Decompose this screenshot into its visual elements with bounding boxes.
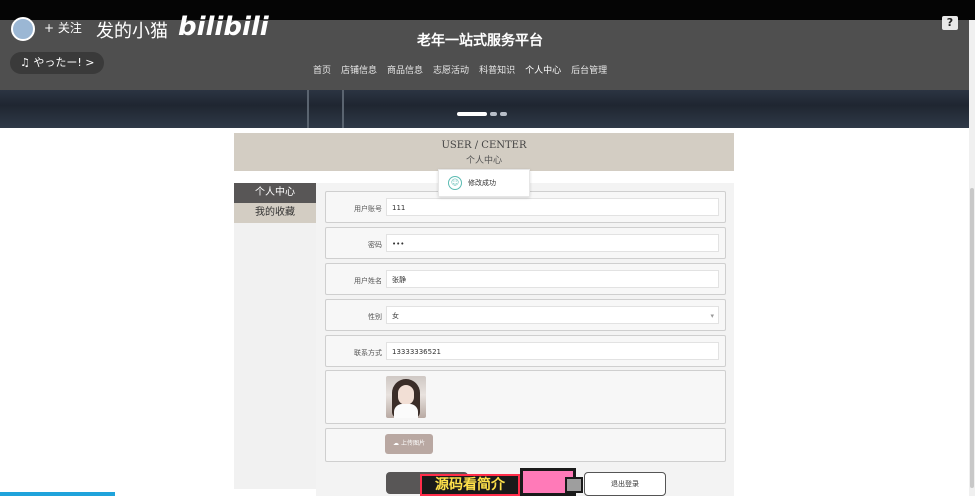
user-center-cn-title: 个人中心 xyxy=(465,156,502,166)
cloud-upload-icon: ☁ xyxy=(393,440,400,447)
nav-science[interactable]: 科普知识 xyxy=(474,64,520,90)
banner-carousel xyxy=(0,90,975,128)
password-label: 密码 xyxy=(368,241,382,249)
carousel-dot[interactable] xyxy=(490,112,497,116)
nav-volunteer[interactable]: 志愿活动 xyxy=(428,64,474,90)
account-input[interactable]: 111 xyxy=(386,198,719,216)
banner-divider xyxy=(307,90,309,128)
gender-label: 性别 xyxy=(368,313,382,321)
phone-input[interactable]: 13333336521 xyxy=(386,342,719,360)
nav-admin[interactable]: 后台管理 xyxy=(566,64,612,90)
user-center-en-title: USER / CENTER xyxy=(441,140,527,151)
nav-shop-info[interactable]: 店铺信息 xyxy=(336,64,382,90)
nav-personal-center[interactable]: 个人中心 xyxy=(520,64,567,92)
scrollbar-thumb[interactable] xyxy=(970,188,974,488)
sidebar: 个人中心 我的收藏 xyxy=(234,183,316,489)
avatar-preview xyxy=(386,376,426,418)
carousel-indicators xyxy=(457,112,507,116)
chevron-down-icon: ▾ xyxy=(710,312,714,320)
form-row-gender: 性别 女 ▾ xyxy=(325,299,726,331)
account-label: 用户账号 xyxy=(354,205,382,213)
toast-message: 修改成功 xyxy=(468,179,496,187)
smile-icon: ☺ xyxy=(448,176,462,190)
promo-banner: 源码看简介 xyxy=(420,474,520,496)
nav-product-info[interactable]: 商品信息 xyxy=(382,64,428,90)
sidebar-item-favorites[interactable]: 我的收藏 xyxy=(234,203,316,223)
uploader-name: 发的小猫 xyxy=(96,21,168,42)
upload-button-label: 上传图片 xyxy=(400,440,425,447)
form-row-name: 用户姓名 张静 xyxy=(325,263,726,295)
nyan-cat-sticker xyxy=(520,468,583,496)
upload-image-button[interactable]: ☁ 上传图片 xyxy=(385,434,433,454)
form-row-phone: 联系方式 13333336521 xyxy=(325,335,726,367)
carousel-dot[interactable] xyxy=(457,112,487,116)
gender-select[interactable]: 女 ▾ xyxy=(386,306,719,324)
name-input[interactable]: 张静 xyxy=(386,270,719,288)
name-label: 用户姓名 xyxy=(354,277,382,285)
help-icon[interactable]: ? xyxy=(942,16,958,30)
phone-label: 联系方式 xyxy=(354,349,382,357)
password-input[interactable]: ••• xyxy=(386,234,719,252)
gender-value: 女 xyxy=(392,312,399,320)
form-row-password: 密码 ••• xyxy=(325,227,726,259)
bilibili-logo: bilibili xyxy=(178,12,269,42)
banner-divider xyxy=(342,90,344,128)
music-tag[interactable]: ♫ やったー! > xyxy=(10,52,105,74)
success-toast: ☺ 修改成功 xyxy=(438,169,530,197)
sidebar-item-personal-center[interactable]: 个人中心 xyxy=(234,183,316,203)
logout-button[interactable]: 退出登录 xyxy=(584,472,666,496)
user-center-header: USER / CENTER 个人中心 xyxy=(234,133,734,171)
uploader-avatar[interactable] xyxy=(11,17,35,41)
nav-home[interactable]: 首页 xyxy=(308,64,336,90)
main-nav: 首页 店铺信息 商品信息 志愿活动 科普知识 个人中心 后台管理 xyxy=(308,64,612,92)
video-progress-bar[interactable] xyxy=(0,492,115,496)
carousel-dot[interactable] xyxy=(500,112,507,116)
follow-button[interactable]: + 关注 xyxy=(44,19,82,36)
